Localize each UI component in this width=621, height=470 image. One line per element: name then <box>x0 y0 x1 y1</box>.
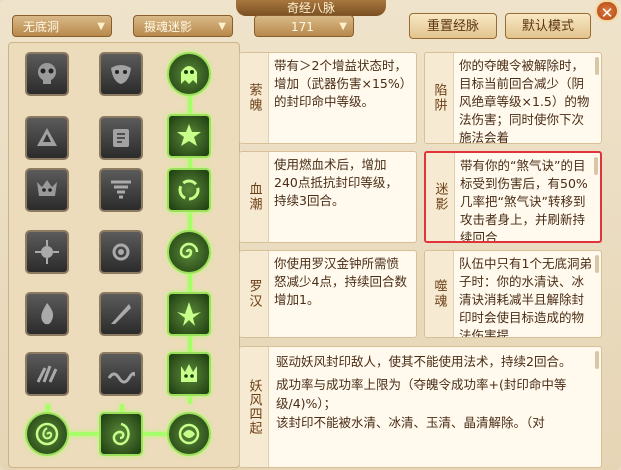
skill-slot[interactable] <box>99 230 143 274</box>
scrollbar[interactable] <box>595 351 599 369</box>
default-mode-button[interactable]: 默认模式 <box>505 13 591 39</box>
tornado-icon <box>111 180 131 199</box>
chevron-down-icon: ▼ <box>339 21 347 32</box>
trait-name: 萦魄 <box>240 53 269 143</box>
skill-slot[interactable] <box>99 168 143 212</box>
skill-slot[interactable] <box>25 116 69 160</box>
whirl-icon <box>178 179 200 201</box>
claw-icon <box>36 365 58 383</box>
window-title: 奇经八脉 <box>236 0 386 16</box>
trait-card-selected[interactable]: 迷影 带有你的“煞气诀”的目标受到伤害后，有50%几率把“煞气诀”转移到攻击者身… <box>424 151 602 243</box>
mask-icon <box>111 65 131 84</box>
skill-slot-active[interactable] <box>167 52 211 96</box>
trait-description: 队伍中只有1个无底洞弟子时：你的水清诀、冰清诀消耗减半且解除封印时会使目标造成的… <box>459 256 592 338</box>
school-select-value: 无底洞 <box>23 20 60 34</box>
skill-slot[interactable] <box>25 168 69 212</box>
vortex-icon <box>112 422 130 446</box>
route-select[interactable]: 摄魂迷影 ▼ <box>133 15 233 37</box>
scrollbar[interactable] <box>594 157 598 175</box>
skull-icon <box>38 63 56 84</box>
skill-slot[interactable] <box>99 116 143 160</box>
skill-slot-active[interactable] <box>167 114 211 158</box>
sun-icon <box>112 243 130 261</box>
trait-card[interactable]: 血潮 使用燃血术后，增加240点抵抗封印等级，持续3回合。 <box>239 151 417 243</box>
fiend-icon <box>181 364 197 382</box>
skill-slot[interactable] <box>99 52 143 96</box>
trait-card[interactable]: 噬魂 队伍中只有1个无底洞弟子时：你的水清诀、冰清诀消耗减半且解除封印时会使目标… <box>424 250 602 338</box>
trait-name: 噬魂 <box>425 251 454 337</box>
flame-icon <box>41 303 54 325</box>
trait-card-wide[interactable]: 妖风四起 驱动妖风封印敌人，使其不能使用法术，持续2回合。 成功率与成功率上限为… <box>239 346 602 468</box>
ghost-icon <box>181 66 197 84</box>
blade-icon <box>111 304 131 324</box>
scrollbar[interactable] <box>595 57 599 75</box>
skill-slot[interactable] <box>25 230 69 274</box>
skill-slot-active[interactable] <box>167 230 211 274</box>
skill-slot-active[interactable] <box>25 412 69 456</box>
skill-slot[interactable] <box>25 292 69 336</box>
skill-slot[interactable] <box>25 52 69 96</box>
window: 奇经八脉 ✕ 无底洞 ▼ 摄魂迷影 ▼ 171 ▼ 重置经脉 默认模式 萦魄 带… <box>0 0 621 470</box>
trait-card[interactable]: 陷阱 你的夺魄令被解除时，目标当前回合减少（阴风绝章等级×1.5）的物法伤害；同… <box>424 52 602 144</box>
level-select[interactable]: 171 ▼ <box>254 15 354 37</box>
trait-line: 驱动妖风封印敌人，使其不能使用法术，持续2回合。 <box>276 354 572 369</box>
rune-icon <box>37 128 57 146</box>
trait-description: 驱动妖风封印敌人，使其不能使用法术，持续2回合。 成功率与成功率上限为（夺魄令成… <box>276 352 593 465</box>
trait-description: 你使用罗汉金钟所需愤怒减少4点，持续回合数增加1。 <box>274 256 407 307</box>
scrollbar[interactable] <box>595 255 599 273</box>
trait-name: 妖风四起 <box>240 347 269 467</box>
trait-name: 迷影 <box>426 153 455 241</box>
reset-meridian-button[interactable]: 重置经脉 <box>409 13 497 39</box>
thorn-icon <box>177 302 201 326</box>
trait-name: 血潮 <box>240 152 269 242</box>
trait-description: 带有＞2个增益状态时，增加（武器伤害×15%）的封印命中等级。 <box>274 58 407 109</box>
trait-description: 你的夺魄令被解除时，目标当前回合减少（阴风绝章等级×1.5）的物法伤害；同时使你… <box>459 58 590 144</box>
chevron-down-icon: ▼ <box>218 21 226 32</box>
close-icon[interactable]: ✕ <box>595 0 619 22</box>
skill-slot-active[interactable] <box>167 412 211 456</box>
demon-icon <box>37 180 57 196</box>
trait-name: 罗汉 <box>240 251 269 337</box>
burst-icon <box>177 124 201 146</box>
skill-slot-active[interactable] <box>99 412 143 456</box>
skill-slot-active[interactable] <box>167 292 211 336</box>
skill-slot-active[interactable] <box>167 168 211 212</box>
spark-icon <box>35 240 59 264</box>
trait-description: 使用燃血术后，增加240点抵抗封印等级，持续3回合。 <box>274 157 398 208</box>
chevron-down-icon: ▼ <box>97 21 105 32</box>
trait-card[interactable]: 萦魄 带有＞2个增益状态时，增加（武器伤害×15%）的封印命中等级。 <box>239 52 417 144</box>
spiral-icon <box>179 242 199 259</box>
scroll-icon <box>113 129 129 147</box>
route-select-value: 摄魂迷影 <box>144 20 193 34</box>
school-select[interactable]: 无底洞 ▼ <box>12 15 112 37</box>
trait-name: 陷阱 <box>425 53 454 143</box>
orb-icon <box>178 423 200 445</box>
trait-line: 该封印不能被水清、冰清、玉清、晶清解除。（对 <box>276 415 545 430</box>
wave-icon <box>107 371 135 384</box>
trait-line: 成功率与成功率上限为（夺魄令成功率+(封印命中等级/4)%）； <box>276 377 567 411</box>
skill-slot-active[interactable] <box>167 352 211 396</box>
skill-slot[interactable] <box>25 352 69 396</box>
skill-slot[interactable] <box>99 292 143 336</box>
swirl-icon <box>35 422 59 446</box>
skill-slot[interactable] <box>99 352 143 396</box>
level-select-value: 171 <box>291 20 314 34</box>
trait-description: 带有你的“煞气诀”的目标受到伤害后，有50%几率把“煞气诀”转移到攻击者身上，并… <box>460 158 588 243</box>
trait-card[interactable]: 罗汉 你使用罗汉金钟所需愤怒减少4点，持续回合数增加1。 <box>239 250 417 338</box>
